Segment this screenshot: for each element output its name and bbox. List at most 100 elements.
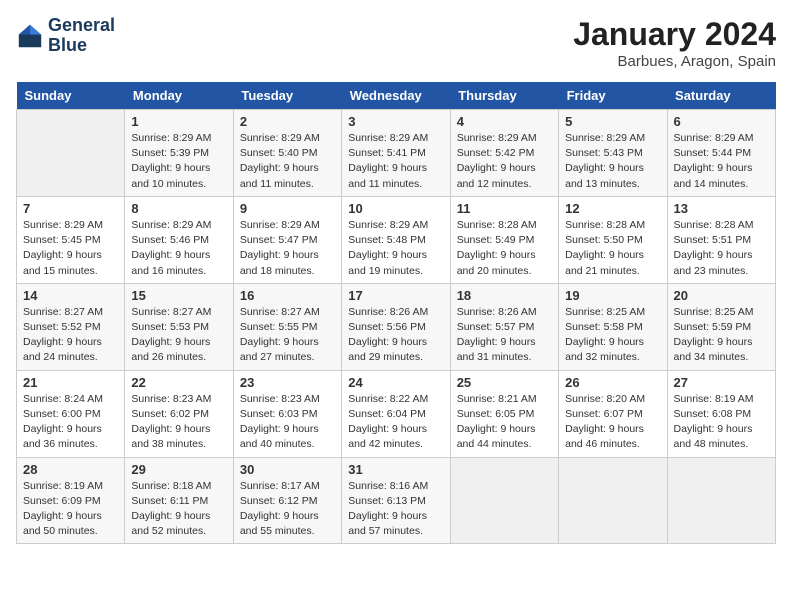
weekday-header-monday: Monday [125,82,233,110]
day-number: 24 [348,375,443,390]
day-info: Sunrise: 8:29 AMSunset: 5:46 PMDaylight:… [131,218,226,279]
location-title: Barbues, Aragon, Spain [573,53,776,70]
calendar-cell: 19Sunrise: 8:25 AMSunset: 5:58 PMDayligh… [559,283,667,370]
logo: General Blue [16,16,115,56]
day-info: Sunrise: 8:19 AMSunset: 6:09 PMDaylight:… [23,479,118,540]
calendar-cell: 17 Sunrise: 8:26 AMSunset: 5:56 PMDayligh… [342,283,450,370]
day-number: 17 [348,288,443,303]
calendar-cell [450,457,558,544]
day-info: Sunrise: 8:27 AMSunset: 5:52 PMDaylight:… [23,305,118,366]
day-info: Sunrise: 8:26 AMSunset: 5:56 PMDaylight:… [348,305,443,366]
day-info: Sunrise: 8:29 AMSunset: 5:42 PMDaylight:… [457,131,552,192]
calendar-cell: 7 Sunrise: 8:29 AMSunset: 5:45 PMDaylight… [17,196,125,283]
weekday-header-saturday: Saturday [667,82,775,110]
day-info: Sunrise: 8:25 AMSunset: 5:59 PMDaylight:… [674,305,769,366]
calendar-cell: 5 Sunrise: 8:29 AMSunset: 5:43 PMDaylight… [559,110,667,197]
calendar-cell: 16 Sunrise: 8:27 AMSunset: 5:55 PMDayligh… [233,283,341,370]
day-number: 9 [240,201,335,216]
calendar-cell: 2Sunrise: 8:29 AMSunset: 5:40 PMDaylight… [233,110,341,197]
calendar-cell: 4 Sunrise: 8:29 AMSunset: 5:42 PMDaylight… [450,110,558,197]
calendar-cell: 18 Sunrise: 8:26 AMSunset: 5:57 PMDayligh… [450,283,558,370]
day-number: 23 [240,375,335,390]
day-info: Sunrise: 8:22 AMSunset: 6:04 PMDaylight:… [348,392,443,453]
day-info: Sunrise: 8:17 AMSunset: 6:12 PMDaylight:… [240,479,335,540]
day-number: 27 [674,375,769,390]
calendar-cell: 14 Sunrise: 8:27 AMSunset: 5:52 PMDayligh… [17,283,125,370]
day-number: 31 [348,462,443,477]
calendar-cell: 26 Sunrise: 8:20 AMSunset: 6:07 PMDayligh… [559,370,667,457]
day-info: Sunrise: 8:21 AMSunset: 6:05 PMDaylight:… [457,392,552,453]
day-number: 25 [457,375,552,390]
day-number: 28 [23,462,118,477]
day-number: 26 [565,375,660,390]
day-number: 8 [131,201,226,216]
day-number: 22 [131,375,226,390]
calendar-cell: 25 Sunrise: 8:21 AMSunset: 6:05 PMDayligh… [450,370,558,457]
calendar-cell: 11 Sunrise: 8:28 AMSunset: 5:49 PMDayligh… [450,196,558,283]
calendar-body: 1Sunrise: 8:29 AMSunset: 5:39 PMDaylight… [17,110,776,544]
calendar-cell: 29Sunrise: 8:18 AMSunset: 6:11 PMDayligh… [125,457,233,544]
day-number: 12 [565,201,660,216]
day-info: Sunrise: 8:29 AMSunset: 5:47 PMDaylight:… [240,218,335,279]
day-info: Sunrise: 8:29 AMSunset: 5:41 PMDaylight:… [348,131,443,192]
day-info: Sunrise: 8:23 AMSunset: 6:02 PMDaylight:… [131,392,226,453]
day-info: Sunrise: 8:27 AMSunset: 5:53 PMDaylight:… [131,305,226,366]
weekday-header-tuesday: Tuesday [233,82,341,110]
logo-text: General Blue [48,16,115,56]
calendar-week-row: 14 Sunrise: 8:27 AMSunset: 5:52 PMDayligh… [17,283,776,370]
day-info: Sunrise: 8:28 AMSunset: 5:50 PMDaylight:… [565,218,660,279]
logo-icon [16,22,44,50]
calendar-cell: 20Sunrise: 8:25 AMSunset: 5:59 PMDayligh… [667,283,775,370]
calendar-cell: 22 Sunrise: 8:23 AMSunset: 6:02 PMDayligh… [125,370,233,457]
day-number: 21 [23,375,118,390]
day-info: Sunrise: 8:26 AMSunset: 5:57 PMDaylight:… [457,305,552,366]
day-info: Sunrise: 8:28 AMSunset: 5:51 PMDaylight:… [674,218,769,279]
calendar-cell: 23Sunrise: 8:23 AMSunset: 6:03 PMDayligh… [233,370,341,457]
day-info: Sunrise: 8:28 AMSunset: 5:49 PMDaylight:… [457,218,552,279]
day-info: Sunrise: 8:20 AMSunset: 6:07 PMDaylight:… [565,392,660,453]
calendar-cell: 8 Sunrise: 8:29 AMSunset: 5:46 PMDaylight… [125,196,233,283]
calendar-cell: 12 Sunrise: 8:28 AMSunset: 5:50 PMDayligh… [559,196,667,283]
calendar-cell: 24 Sunrise: 8:22 AMSunset: 6:04 PMDayligh… [342,370,450,457]
day-info: Sunrise: 8:29 AMSunset: 5:43 PMDaylight:… [565,131,660,192]
page-header: General Blue January 2024 Barbues, Arago… [16,16,776,70]
calendar-cell: 13 Sunrise: 8:28 AMSunset: 5:51 PMDayligh… [667,196,775,283]
day-number: 4 [457,114,552,129]
day-number: 5 [565,114,660,129]
calendar-cell: 6Sunrise: 8:29 AMSunset: 5:44 PMDaylight… [667,110,775,197]
calendar-cell [17,110,125,197]
day-number: 11 [457,201,552,216]
calendar-cell: 31 Sunrise: 8:16 AMSunset: 6:13 PMDayligh… [342,457,450,544]
day-number: 2 [240,114,335,129]
day-info: Sunrise: 8:16 AMSunset: 6:13 PMDaylight:… [348,479,443,540]
calendar-table: SundayMondayTuesdayWednesdayThursdayFrid… [16,82,776,544]
day-info: Sunrise: 8:27 AMSunset: 5:55 PMDaylight:… [240,305,335,366]
day-number: 16 [240,288,335,303]
day-number: 18 [457,288,552,303]
calendar-cell: 1Sunrise: 8:29 AMSunset: 5:39 PMDaylight… [125,110,233,197]
calendar-cell: 30 Sunrise: 8:17 AMSunset: 6:12 PMDayligh… [233,457,341,544]
day-number: 13 [674,201,769,216]
day-number: 30 [240,462,335,477]
day-info: Sunrise: 8:29 AMSunset: 5:45 PMDaylight:… [23,218,118,279]
calendar-week-row: 1Sunrise: 8:29 AMSunset: 5:39 PMDaylight… [17,110,776,197]
weekday-header-friday: Friday [559,82,667,110]
calendar-cell: 9 Sunrise: 8:29 AMSunset: 5:47 PMDaylight… [233,196,341,283]
month-title: January 2024 [573,16,776,53]
calendar-week-row: 21 Sunrise: 8:24 AMSunset: 6:00 PMDayligh… [17,370,776,457]
day-info: Sunrise: 8:24 AMSunset: 6:00 PMDaylight:… [23,392,118,453]
calendar-cell [559,457,667,544]
day-number: 10 [348,201,443,216]
day-info: Sunrise: 8:25 AMSunset: 5:58 PMDaylight:… [565,305,660,366]
weekday-header-wednesday: Wednesday [342,82,450,110]
day-number: 3 [348,114,443,129]
day-info: Sunrise: 8:18 AMSunset: 6:11 PMDaylight:… [131,479,226,540]
day-number: 14 [23,288,118,303]
day-number: 15 [131,288,226,303]
day-info: Sunrise: 8:29 AMSunset: 5:48 PMDaylight:… [348,218,443,279]
day-number: 7 [23,201,118,216]
calendar-header-row: SundayMondayTuesdayWednesdayThursdayFrid… [17,82,776,110]
title-area: January 2024 Barbues, Aragon, Spain [573,16,776,70]
day-number: 1 [131,114,226,129]
day-info: Sunrise: 8:29 AMSunset: 5:44 PMDaylight:… [674,131,769,192]
